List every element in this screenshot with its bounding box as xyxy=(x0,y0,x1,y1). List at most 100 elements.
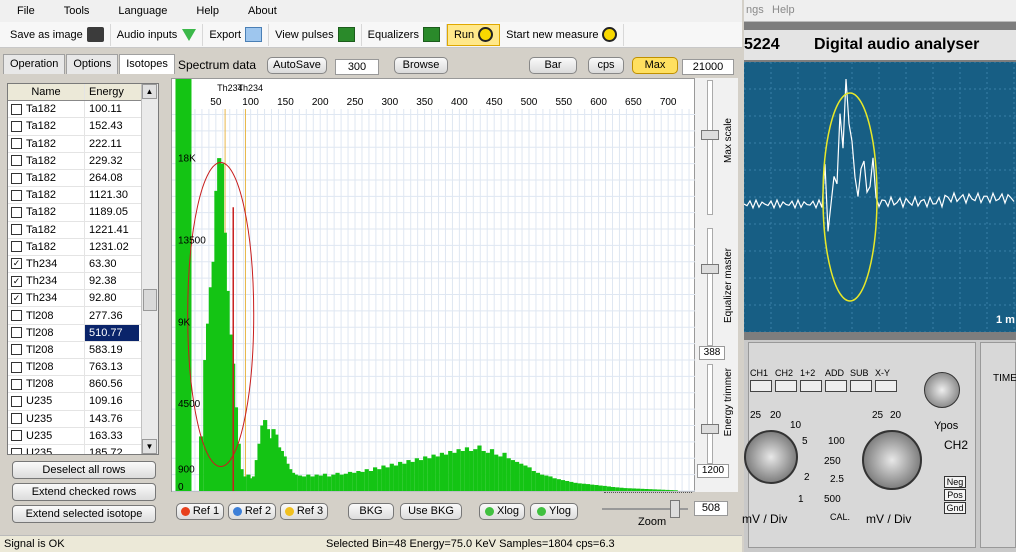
extend-checked-button[interactable]: Extend checked rows xyxy=(12,483,156,501)
table-row[interactable]: U235 185.72 xyxy=(8,444,158,454)
table-row[interactable]: Tl208 763.13 xyxy=(8,359,158,377)
autosave-button[interactable]: AutoSave xyxy=(267,57,327,74)
max-scale-track[interactable] xyxy=(707,80,713,215)
row-checkbox[interactable] xyxy=(11,413,22,425)
table-row[interactable]: Ta182 1221.41 xyxy=(8,221,158,239)
row-checkbox[interactable] xyxy=(11,327,22,339)
xlog-button[interactable]: Xlog xyxy=(479,503,525,520)
ref2-button[interactable]: Ref 2 xyxy=(228,503,276,520)
table-row[interactable]: Ta182 1189.05 xyxy=(8,204,158,222)
audio-inputs-button[interactable]: Audio inputs xyxy=(111,23,204,46)
channel-button[interactable] xyxy=(875,380,897,392)
table-row[interactable]: Ta182 100.11 xyxy=(8,101,158,119)
row-checkbox[interactable] xyxy=(11,447,22,454)
bkg-button[interactable]: BKG xyxy=(348,503,394,520)
table-row[interactable]: Ta182 152.43 xyxy=(8,118,158,136)
table-row[interactable]: U235 109.16 xyxy=(8,393,158,411)
channel-button[interactable] xyxy=(850,380,872,392)
table-row[interactable]: ✓ Th234 92.80 xyxy=(8,290,158,308)
row-checkbox[interactable]: ✓ xyxy=(11,292,22,304)
menu-help[interactable]: Help xyxy=(179,5,231,17)
energy-trimmer-slider[interactable] xyxy=(701,424,719,434)
scroll-up-icon[interactable]: ▲ xyxy=(142,84,157,99)
extend-selected-button[interactable]: Extend selected isotope xyxy=(12,505,156,523)
scroll-thumb[interactable] xyxy=(143,289,157,311)
channel-button[interactable] xyxy=(825,380,847,392)
energy-trimmer-track[interactable] xyxy=(707,364,713,464)
table-row[interactable]: U235 143.76 xyxy=(8,410,158,428)
ypos-knob[interactable] xyxy=(924,372,960,408)
cps-button[interactable]: cps xyxy=(588,57,624,74)
osc-menu-help[interactable]: Help xyxy=(772,4,795,16)
row-checkbox[interactable] xyxy=(11,395,22,407)
row-checkbox[interactable] xyxy=(11,241,22,253)
equalizer-value[interactable]: 388 xyxy=(699,346,725,360)
channel-button[interactable] xyxy=(775,380,797,392)
bar-button[interactable]: Bar xyxy=(529,57,577,74)
view-pulses-button[interactable]: View pulses xyxy=(269,23,362,46)
ylog-button[interactable]: Ylog xyxy=(530,503,578,520)
max-button[interactable]: Max xyxy=(632,57,678,74)
scroll-down-icon[interactable]: ▼ xyxy=(142,439,157,454)
row-checkbox[interactable]: ✓ xyxy=(11,275,22,287)
gnd-button[interactable]: Gnd xyxy=(944,502,966,514)
header-name[interactable]: Name xyxy=(8,84,85,101)
equalizers-button[interactable]: Equalizers xyxy=(362,23,447,46)
menu-tools[interactable]: Tools xyxy=(47,5,102,17)
use-bkg-button[interactable]: Use BKG xyxy=(400,503,462,520)
spectrum-plot[interactable]: 50 100 150 200 250 300 350 400 450 500 550 600 650 70… xyxy=(171,78,697,493)
table-row[interactable]: Tl208 510.77 xyxy=(8,324,158,342)
save-image-button[interactable]: Save as image xyxy=(4,23,111,46)
zoom-slider[interactable] xyxy=(670,500,680,518)
table-row[interactable]: Tl208 277.36 xyxy=(8,307,158,325)
neg-button[interactable]: Neg xyxy=(944,476,966,488)
channel-button[interactable] xyxy=(750,380,772,392)
menu-language[interactable]: Language xyxy=(101,5,179,17)
row-checkbox[interactable] xyxy=(11,155,22,167)
zoom-value[interactable]: 508 xyxy=(694,501,728,516)
energy-trimmer-value[interactable]: 1200 xyxy=(697,464,729,478)
menu-file[interactable]: File xyxy=(0,5,47,17)
ref1-button[interactable]: Ref 1 xyxy=(176,503,224,520)
table-row[interactable]: Ta182 229.32 xyxy=(8,152,158,170)
menu-about[interactable]: About xyxy=(231,5,289,17)
pos-button[interactable]: Pos xyxy=(944,489,966,501)
table-row[interactable]: Ta182 264.08 xyxy=(8,169,158,188)
table-row[interactable]: ✓ Th234 63.30 xyxy=(8,255,158,274)
header-energy[interactable]: Energy xyxy=(85,84,139,100)
row-checkbox[interactable] xyxy=(11,224,22,236)
deselect-all-button[interactable]: Deselect all rows xyxy=(12,461,156,479)
table-row[interactable]: ✓ Th234 92.38 xyxy=(8,273,158,291)
tab-isotopes[interactable]: Isotopes xyxy=(119,54,175,74)
autosave-input[interactable]: 300 xyxy=(335,59,379,75)
osc-menu-settings[interactable]: ngs xyxy=(746,4,764,16)
table-row[interactable]: Ta182 1121.30 xyxy=(8,187,158,205)
equalizer-master-slider[interactable] xyxy=(701,264,719,274)
row-checkbox[interactable] xyxy=(11,310,22,322)
row-checkbox[interactable] xyxy=(11,206,22,218)
row-checkbox[interactable] xyxy=(11,120,22,132)
start-new-measure-button[interactable]: Start new measure xyxy=(500,23,625,46)
equalizer-master-track[interactable] xyxy=(707,228,713,346)
row-checkbox[interactable] xyxy=(11,344,22,356)
table-row[interactable]: Tl208 860.56 xyxy=(8,376,158,394)
table-row[interactable]: Ta182 222.11 xyxy=(8,135,158,153)
table-row[interactable]: Tl208 583.19 xyxy=(8,341,158,359)
table-row[interactable]: Ta182 1231.02 xyxy=(8,238,158,256)
table-row[interactable]: U235 163.33 xyxy=(8,427,158,445)
row-checkbox[interactable]: ✓ xyxy=(11,258,22,270)
channel-button[interactable] xyxy=(800,380,822,392)
row-checkbox[interactable] xyxy=(11,103,22,115)
max-scale-slider[interactable] xyxy=(701,130,719,140)
export-button[interactable]: Export xyxy=(203,23,270,46)
row-checkbox[interactable] xyxy=(11,361,22,373)
row-checkbox[interactable] xyxy=(11,172,22,184)
run-button[interactable]: Run xyxy=(446,23,501,46)
row-checkbox[interactable] xyxy=(11,138,22,150)
browse-button[interactable]: Browse xyxy=(394,57,448,74)
row-checkbox[interactable] xyxy=(11,189,22,201)
table-scrollbar[interactable]: ▲ ▼ xyxy=(141,84,158,454)
tab-options[interactable]: Options xyxy=(66,54,119,74)
row-checkbox[interactable] xyxy=(11,430,22,442)
ref3-button[interactable]: Ref 3 xyxy=(280,503,328,520)
